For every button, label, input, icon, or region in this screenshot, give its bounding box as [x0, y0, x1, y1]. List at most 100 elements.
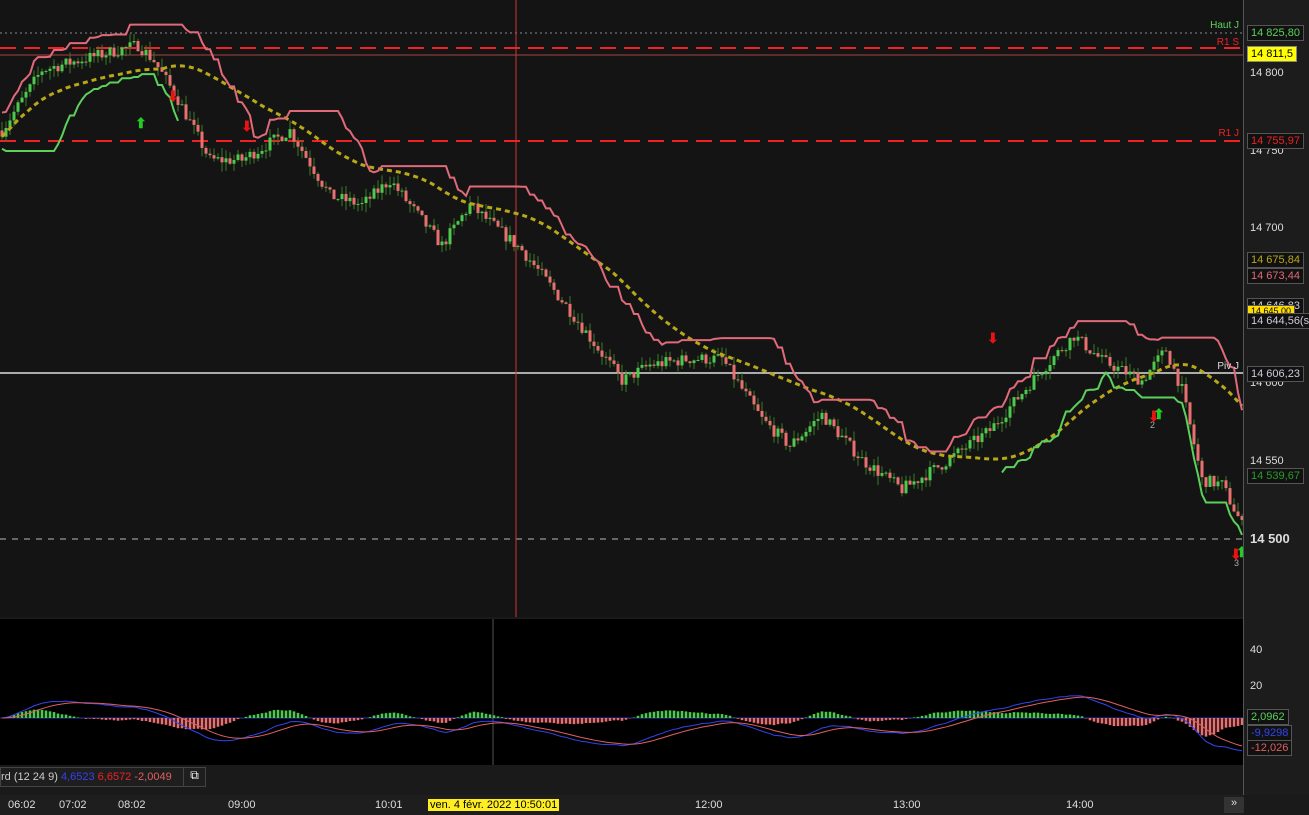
histogram-bar	[96, 718, 100, 719]
histogram-bar	[1040, 713, 1044, 718]
candle-down	[568, 303, 572, 317]
candle-up	[516, 245, 520, 247]
histogram-bar	[776, 718, 780, 725]
candle-down	[436, 229, 440, 246]
histogram-bar	[716, 713, 720, 718]
tag-ma: 14 675,84	[1247, 252, 1304, 268]
histogram-bar	[1020, 712, 1024, 718]
candle-down	[756, 404, 760, 411]
candle-down	[612, 360, 616, 364]
histogram-bar	[696, 712, 700, 718]
candle-down	[796, 438, 800, 441]
histogram-bar	[508, 718, 512, 720]
histogram-bar	[512, 718, 516, 721]
histogram-bar	[132, 718, 136, 720]
histogram-bar	[440, 718, 444, 723]
time-label: 12:00	[695, 799, 723, 811]
signal-line	[1, 696, 1243, 747]
osc-tick: 20	[1250, 680, 1263, 692]
candle-down	[56, 66, 60, 72]
candle-down	[1168, 351, 1172, 365]
histogram-bar	[232, 718, 236, 722]
candle-up	[680, 355, 684, 366]
histogram-bar	[784, 718, 788, 724]
histogram-bar	[1212, 718, 1216, 735]
candle-down	[328, 187, 332, 190]
histogram-bar	[320, 718, 324, 723]
candle-up	[180, 104, 184, 106]
histogram-bar	[276, 709, 280, 718]
histogram-bar	[640, 714, 644, 718]
time-label: 06:02	[8, 799, 36, 811]
histogram-bar	[796, 718, 800, 721]
histogram-bar	[480, 712, 484, 718]
candle-up	[1120, 366, 1124, 368]
candle-down	[1184, 384, 1188, 403]
candle-up	[260, 150, 264, 154]
candle-up	[1152, 361, 1156, 370]
candle-down	[976, 435, 980, 443]
candle-down	[1072, 337, 1076, 341]
histogram-bar	[1052, 713, 1056, 718]
histogram-bar	[624, 718, 628, 720]
histogram-bar	[392, 712, 396, 718]
histogram-bar	[172, 718, 176, 728]
candle-down	[1192, 424, 1196, 445]
candle-down	[660, 361, 664, 367]
histogram-bar	[1036, 712, 1040, 718]
price-axis[interactable]	[1243, 0, 1309, 795]
moving-average-line	[0, 64, 1243, 461]
candle-up	[60, 64, 64, 72]
candle-down	[768, 420, 772, 426]
candle-up	[1052, 356, 1056, 366]
histogram-bar	[1068, 714, 1072, 718]
macd-panel[interactable]	[0, 619, 1243, 765]
candle-up	[144, 49, 148, 56]
histogram-bar	[1080, 716, 1084, 718]
time-axis[interactable]: 06:02 07:02 08:02 09:00 10:01 12:00 13:0…	[0, 795, 1243, 815]
histogram-bar	[1144, 718, 1148, 725]
candle-down	[136, 41, 140, 52]
candle-up	[696, 360, 700, 362]
candle-up	[1012, 397, 1016, 407]
scroll-right-button[interactable]: »	[1224, 797, 1244, 813]
price-chart-canvas: ⬆⬇⬇⬇⬇⬆⬇⬆	[0, 0, 1243, 617]
time-label: 07:02	[59, 799, 87, 811]
histogram-bar	[1216, 718, 1220, 732]
histogram-bar	[848, 716, 852, 718]
restore-window-icon[interactable]: ⧉	[183, 768, 205, 786]
histogram-bar	[124, 718, 128, 721]
histogram-bar	[888, 718, 892, 720]
candle-up	[860, 457, 864, 459]
candle-down	[496, 220, 500, 227]
histogram-bar	[1032, 712, 1036, 718]
candle-up	[216, 157, 220, 159]
candle-up	[1024, 389, 1028, 395]
price-chart[interactable]: ⬆ ⬇ ⬇ ⬇ ⬇ ⬆ ⬇ ⬆ Haut J R1 S R1 J Piv J 2 3	[0, 0, 1243, 617]
histogram-bar	[572, 718, 576, 725]
candle-down	[208, 153, 212, 156]
candle-up	[72, 61, 76, 65]
candle-up	[1056, 350, 1060, 357]
candle-up	[28, 84, 32, 92]
candle-down	[408, 201, 412, 205]
candle-down	[1236, 511, 1240, 517]
histogram-bar	[128, 718, 132, 720]
candle-up	[812, 420, 816, 427]
histogram-bar	[380, 713, 384, 718]
tag-macd: -9,9298	[1247, 725, 1293, 741]
histogram-bar	[1152, 718, 1156, 722]
candle-up	[624, 374, 628, 385]
candle-down	[512, 235, 516, 247]
candle-up	[1092, 353, 1096, 355]
candle-up	[348, 197, 352, 202]
histogram-bar	[36, 709, 40, 718]
histogram-bar	[1124, 718, 1128, 727]
lower-stop-line	[1001, 371, 1243, 536]
candle-up	[1160, 350, 1164, 356]
histogram-bar	[900, 718, 904, 721]
candle-down	[404, 190, 408, 202]
histogram-bar	[1044, 713, 1048, 718]
candle-up	[428, 225, 432, 227]
histogram-bar	[1132, 718, 1136, 726]
